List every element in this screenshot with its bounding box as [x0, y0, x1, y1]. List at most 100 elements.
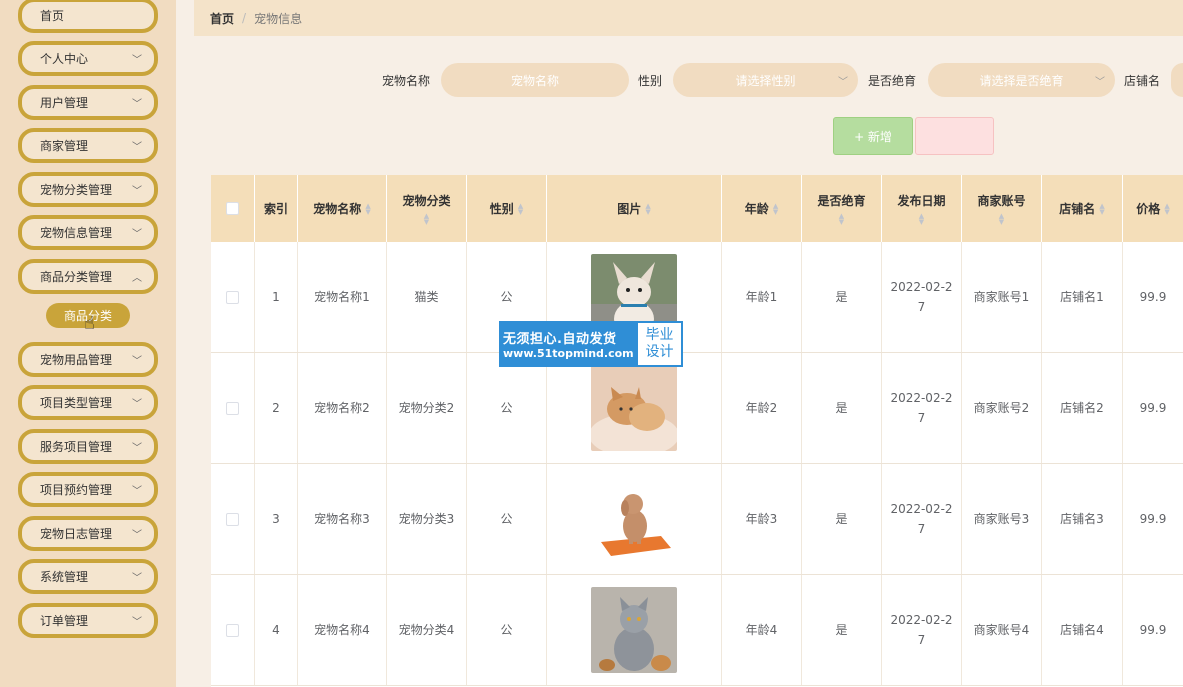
sort-icon[interactable]: ▲ ▼ [424, 213, 429, 226]
sort-icon[interactable]: ▲ ▼ [999, 213, 1004, 226]
sort-icon[interactable]: ▲ ▼ [919, 213, 924, 226]
shop-name-input[interactable] [1171, 63, 1183, 97]
header-sterilized-label: 是否绝育 [817, 194, 866, 208]
sidebar-item-label: 宠物用品管理 [40, 353, 113, 367]
chevron-down-icon: ﹀ [838, 76, 848, 88]
row-select[interactable] [211, 353, 255, 463]
sidebar-item-system[interactable]: 系统管理 ﹀ [18, 559, 158, 594]
header-category-label: 宠物分类 [402, 194, 451, 208]
row-checkbox[interactable] [226, 401, 239, 415]
row-select[interactable] [211, 242, 255, 352]
gender-select[interactable]: 请选择性别 ﹀ [673, 63, 858, 97]
chevron-down-icon: ﹀ [132, 399, 142, 410]
sort-icon[interactable]: ▲ ▼ [645, 202, 650, 215]
sidebar-item-profile[interactable]: 个人中心 ﹀ [18, 41, 158, 76]
sidebar-item-orders[interactable]: 订单管理 ﹀ [18, 603, 158, 638]
gender-placeholder: 请选择性别 [735, 73, 796, 88]
cell-age: 年龄2 [722, 353, 802, 463]
cell-image [547, 464, 722, 574]
chevron-down-icon: ﹀ [132, 573, 142, 584]
sterilized-select[interactable]: 请选择是否绝育 ﹀ [928, 63, 1115, 97]
sidebar-item-merchants[interactable]: 商家管理 ﹀ [18, 128, 158, 163]
sidebar-item-label: 订单管理 [40, 614, 89, 628]
header-date[interactable]: 发布日期 ▲ ▼ [882, 175, 962, 242]
header-merchant[interactable]: 商家账号 ▲ ▼ [962, 175, 1042, 242]
row-select[interactable] [211, 575, 255, 685]
row-checkbox[interactable] [226, 623, 239, 637]
pet-name-input[interactable]: 宠物名称 [441, 63, 629, 97]
row-select[interactable] [211, 464, 255, 574]
sterilized-label: 是否绝育 [868, 74, 917, 88]
cell-gender: 公 [467, 575, 547, 685]
sort-icon[interactable]: ▲ ▼ [518, 202, 523, 215]
row-checkbox[interactable] [226, 512, 239, 526]
pet-name-label: 宠物名称 [382, 74, 431, 88]
cell-index: 2 [255, 353, 298, 463]
sort-icon[interactable]: ▲ ▼ [1099, 202, 1104, 215]
cell-date: 2022-02-2 7 [882, 242, 962, 352]
header-name-label: 宠物名称 [313, 202, 362, 216]
sidebar-item-product-categories[interactable]: 商品分类管理 ︿ [18, 259, 158, 294]
delete-button[interactable] [915, 117, 994, 155]
cell-category: 宠物分类2 [387, 353, 467, 463]
sidebar-item-pet-categories[interactable]: 宠物分类管理 ﹀ [18, 172, 158, 207]
header-select-all[interactable] [211, 175, 255, 242]
header-shop[interactable]: 店铺名 ▲ ▼ [1042, 175, 1123, 242]
header-index: 索引 [255, 175, 298, 242]
header-image[interactable]: 图片 ▲ ▼ [547, 175, 722, 242]
select-all-checkbox[interactable] [226, 202, 239, 215]
watermark-line1: 无须担心.自动发货 [503, 332, 617, 347]
sidebar-item-services[interactable]: 服务项目管理 ﹀ [18, 429, 158, 464]
cell-date-line1: 2022-02-2 [890, 613, 953, 627]
cell-age: 年龄4 [722, 575, 802, 685]
sort-icon[interactable]: ▲ ▼ [773, 202, 778, 215]
kittens-photo[interactable] [591, 365, 677, 451]
table-row[interactable]: 1 宠物名称1 猫类 公 年龄1 是 2022-02-2 7 商家账号1 店铺名… [211, 242, 1183, 353]
sidebar-item-project-types[interactable]: 项目类型管理 ﹀ [18, 385, 158, 420]
sort-icon[interactable]: ▲ ▼ [839, 213, 844, 226]
sidebar-item-home[interactable]: 首页 [18, 0, 158, 33]
sidebar-item-pet-supplies[interactable]: 宠物用品管理 ﹀ [18, 342, 158, 377]
watermark-badge-line2: 设计 [645, 344, 674, 360]
sidebar-item-label: 个人中心 [40, 52, 89, 66]
cell-merchant: 商家账号1 [962, 242, 1042, 352]
sidebar-item-label: 商品分类管理 [40, 270, 113, 284]
header-category[interactable]: 宠物分类 ▲ ▼ [387, 175, 467, 242]
cell-date-line2: 7 [917, 522, 926, 536]
table-row[interactable]: 2 宠物名称2 宠物分类2 公 年龄2 是 2022-02-2 7 商家账号2 … [211, 353, 1183, 464]
cell-date-line1: 2022-02-2 [890, 280, 953, 294]
cell-image [547, 353, 722, 463]
header-price[interactable]: 价格 ▲ ▼ [1123, 175, 1183, 242]
sort-icon[interactable]: ▲ ▼ [1164, 202, 1169, 215]
cell-sterilized: 是 [802, 464, 882, 574]
cell-name: 宠物名称4 [298, 575, 387, 685]
grey-cat-photo[interactable] [591, 587, 677, 673]
header-shop-label: 店铺名 [1059, 202, 1096, 216]
sidebar-item-pet-info[interactable]: 宠物信息管理 ﹀ [18, 215, 158, 250]
header-gender[interactable]: 性别 ▲ ▼ [467, 175, 547, 242]
sidebar-item-label: 宠物信息管理 [40, 226, 113, 240]
sidebar-item-pet-logs[interactable]: 宠物日志管理 ﹀ [18, 516, 158, 551]
cell-shop: 店铺名2 [1042, 353, 1123, 463]
header-image-label: 图片 [617, 202, 642, 216]
table-row[interactable]: 4 宠物名称4 宠物分类4 公 年龄4 是 2022-02-2 7 商家账号4 … [211, 575, 1183, 686]
header-name[interactable]: 宠物名称 ▲ ▼ [298, 175, 387, 242]
poodle-photo[interactable] [591, 476, 677, 562]
chevron-down-icon: ﹀ [132, 617, 142, 628]
row-checkbox[interactable] [226, 290, 239, 304]
header-sterilized[interactable]: 是否绝育 ▲ ▼ [802, 175, 882, 242]
breadcrumb-home[interactable]: 首页 [210, 10, 234, 27]
pet-name-placeholder: 宠物名称 [510, 73, 559, 88]
header-age[interactable]: 年龄 ▲ ▼ [722, 175, 802, 242]
sidebar-item-users[interactable]: 用户管理 ﹀ [18, 85, 158, 120]
add-button-label: + 新增 [854, 129, 892, 144]
table-header: 索引 宠物名称 ▲ ▼ 宠物分类 ▲ ▼ 性别 ▲ ▼ 图片 ▲ ▼ 年龄 ▲ ▼ 是否绝… [211, 175, 1183, 242]
table-row[interactable]: 3 宠物名称3 宠物分类3 公 年龄3 是 2022-02-2 7 商家账号3 … [211, 464, 1183, 575]
cell-index: 3 [255, 464, 298, 574]
chevron-down-icon: ﹀ [132, 443, 142, 454]
chevron-down-icon: ﹀ [132, 229, 142, 240]
add-button[interactable]: + 新增 [833, 117, 913, 155]
sort-icon[interactable]: ▲ ▼ [365, 202, 370, 215]
cell-date-line2: 7 [917, 300, 926, 314]
sidebar-item-appointments[interactable]: 项目预约管理 ﹀ [18, 472, 158, 507]
